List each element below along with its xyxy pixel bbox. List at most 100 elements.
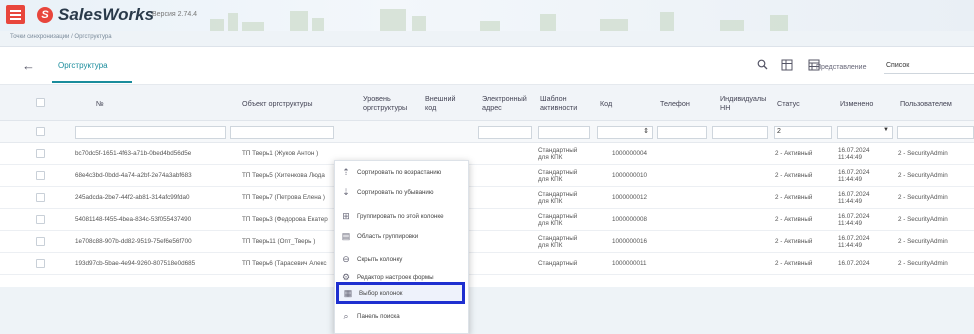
cell-user: 2 - SecurityAdmin	[898, 216, 948, 224]
col-number[interactable]: №	[96, 85, 104, 121]
hide-column-icon: ⊖	[342, 254, 350, 264]
col-phone[interactable]: Телефон	[660, 85, 690, 121]
filter-changed[interactable]: ▼	[837, 126, 893, 139]
filter-row: ⇕ 2 ▼	[0, 121, 974, 143]
cell-number: 1e708c88-907b-dd82-9519-75ef6e56f700	[75, 238, 192, 246]
view-label: Представление	[816, 64, 867, 71]
filter-template[interactable]	[538, 126, 590, 139]
cell-user: 2 - SecurityAdmin	[898, 150, 948, 158]
cell-object: ТП Тверь1 (Жуков Антон )	[242, 150, 319, 158]
row-checkbox[interactable]	[36, 237, 45, 246]
menu-item-label: Редактор настроек формы	[357, 274, 434, 281]
cell-object: ТП Тверь3 (Федорова Екатер	[242, 216, 328, 224]
col-object[interactable]: Объект оргструктуры	[242, 85, 313, 121]
col-template[interactable]: Шаблон активности	[540, 85, 588, 121]
cell-object: ТП Тверь7 (Петрова Елена )	[242, 194, 326, 202]
col-code[interactable]: Код	[600, 85, 612, 121]
table-row[interactable]: 54081148-f455-4bea-834c-53f055437490 ТП Т…	[0, 209, 974, 231]
cell-number: 245adcda-2be7-44f2-ab81-314afc99fda0	[75, 194, 190, 202]
filter-status[interactable]: 2	[774, 126, 832, 139]
filter-phone[interactable]	[657, 126, 707, 139]
cell-number: 54081148-f455-4bea-834c-53f055437490	[75, 216, 192, 224]
app-name: SalesWorks	[58, 5, 155, 24]
menu-icon[interactable]	[6, 5, 25, 24]
form-settings-icon: ⚙	[341, 272, 351, 282]
cell-object: ТП Тверь5 (Хитенкова Люда	[242, 172, 325, 180]
cell-template: Стандартный для КПК	[538, 168, 578, 184]
cell-object: ТП Тверь6 (Тарасевич Алекс	[242, 260, 327, 268]
cell-status: 2 - Активный	[775, 216, 813, 224]
menu-item-group-area[interactable]: ▤ Область группировки	[335, 227, 470, 246]
menu-item-label: Панель поиска	[357, 313, 400, 320]
cell-template: Стандартный для КПК	[538, 212, 578, 228]
menu-item-column-chooser[interactable]: ▦ Выбор колонок	[336, 282, 465, 304]
col-status[interactable]: Статус	[777, 85, 800, 121]
cell-code: 1000000008	[612, 216, 648, 224]
spinner-icon[interactable]: ⇕	[643, 127, 649, 135]
cell-changed: 16.07.2024 11:44:49	[838, 190, 870, 206]
filter-checkbox[interactable]	[36, 127, 45, 136]
filter-object[interactable]	[230, 126, 334, 139]
cell-changed: 16.07.2024 11:44:49	[838, 146, 870, 162]
cell-number: 193d97cb-5bae-4e94-9260-807518e0d685	[75, 260, 196, 268]
row-checkbox[interactable]	[36, 193, 45, 202]
cell-status: 2 - Активный	[775, 238, 813, 246]
cell-object: ТП Тверь11 (Опт_Тверь )	[242, 238, 316, 246]
filter-user[interactable]	[897, 126, 974, 139]
row-checkbox[interactable]	[36, 259, 45, 268]
table-row[interactable]: 193d97cb-5bae-4e94-9260-807518e0d685 ТП Т…	[0, 253, 974, 275]
menu-item-sort-desc[interactable]: ⇣ Сортировать по убыванию	[335, 183, 470, 202]
menu-item-sort-asc[interactable]: ⇡ Сортировать по возрастанию	[335, 163, 470, 182]
filter-columns-icon[interactable]	[781, 59, 793, 71]
cell-code: 1000000004	[612, 150, 648, 158]
cell-user: 2 - SecurityAdmin	[898, 260, 948, 268]
cell-template: Стандартный	[538, 260, 578, 268]
cell-number: bc70dc5f-1651-4f63-a71b-0bed4bd56d5e	[75, 150, 192, 158]
menu-item-group-by[interactable]: ⊞ Группировать по этой колонке	[335, 207, 470, 226]
row-checkbox[interactable]	[36, 149, 45, 158]
select-all-checkbox[interactable]	[36, 98, 45, 107]
col-external-code[interactable]: Внешний код	[425, 85, 465, 121]
col-changed[interactable]: Изменено	[840, 85, 873, 121]
chevron-down-icon[interactable]: ▼	[883, 127, 889, 133]
row-checkbox[interactable]	[36, 215, 45, 224]
column-context-menu: ⇡ Сортировать по возрастанию ⇣ Сортировать…	[334, 160, 469, 334]
table-row[interactable]: bc70dc5f-1651-4f63-a71b-0bed4bd56d5e ТП Т…	[0, 143, 974, 165]
view-select[interactable]: Список	[884, 59, 974, 74]
menu-item-label: Сортировать по возрастанию	[357, 169, 442, 176]
menu-item-label: Сортировать по убыванию	[357, 189, 434, 196]
cell-status: 2 - Активный	[775, 172, 813, 180]
cell-changed: 16.07.2024 11:44:49	[838, 234, 870, 250]
filter-code[interactable]: ⇕	[597, 126, 653, 139]
col-individual-nn[interactable]: Индивидуальный НН	[720, 85, 766, 121]
table-row[interactable]: 68e4c3bd-0bdd-4a74-a2bf-2e74a3abf683 ТП Т…	[0, 165, 974, 187]
tab-orgstructure[interactable]: Оргструктура	[58, 61, 108, 70]
cell-changed: 16.07.2024 11:44:49	[838, 212, 870, 228]
menu-item-label: Область группировки	[357, 233, 419, 240]
menu-item-label: Группировать по этой колонке	[357, 213, 444, 220]
cell-code: 1000000011	[612, 260, 647, 268]
menu-item-label: Скрыть колонку	[357, 256, 403, 263]
filter-number[interactable]	[75, 126, 226, 139]
search-icon[interactable]	[756, 59, 768, 71]
cell-user: 2 - SecurityAdmin	[898, 194, 948, 202]
group-by-icon: ⊞	[342, 211, 350, 221]
app-header: S SalesWorks Версия 2.74.4	[0, 0, 974, 31]
cell-code: 1000000010	[612, 172, 648, 180]
cell-changed: 16.07.2024	[838, 260, 870, 268]
col-level[interactable]: Уровень оргструктуры	[363, 85, 419, 121]
col-user[interactable]: Пользователем	[900, 85, 952, 121]
filter-email[interactable]	[478, 126, 532, 139]
cell-code: 1000000016	[612, 238, 648, 246]
table-row[interactable]: 1e708c88-907b-dd82-9519-75ef6e56f700 ТП Т…	[0, 231, 974, 253]
main-panel: ← Оргструктура Представление Список № Об…	[0, 46, 974, 334]
table-row[interactable]: 245adcda-2be7-44f2-ab81-314afc99fda0 ТП Т…	[0, 187, 974, 209]
arrow-left-icon[interactable]: ←	[22, 58, 35, 73]
col-email[interactable]: Электронный адрес	[482, 85, 530, 121]
menu-item-search-panel[interactable]: ⌕ Панель поиска	[335, 307, 470, 326]
menu-item-hide-column[interactable]: ⊖ Скрыть колонку	[335, 250, 470, 269]
column-chooser-icon: ▦	[343, 287, 353, 298]
filter-individual-nn[interactable]	[712, 126, 768, 139]
breadcrumb[interactable]: Точки синхронизации / Оргструктура	[10, 34, 112, 40]
row-checkbox[interactable]	[36, 171, 45, 180]
